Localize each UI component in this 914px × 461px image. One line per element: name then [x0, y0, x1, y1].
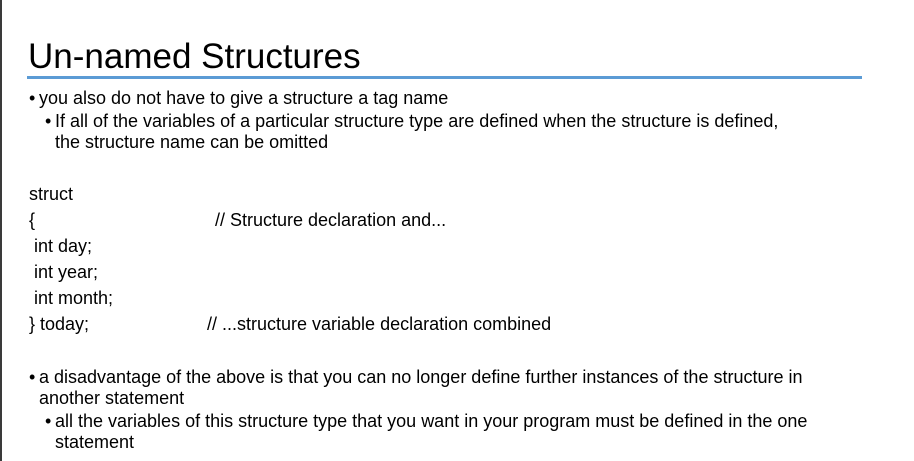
bullet-item-tag-name: • you also do not have to give a structur…: [29, 87, 448, 109]
bullet-text: you also do not have to give a structure…: [39, 88, 449, 108]
code-line-day: int day;: [34, 236, 93, 256]
sub-bullet-item-one-statement: • all the variables of this structure typ…: [45, 410, 807, 432]
sub-bullet-item-omit-name: • If all of the variables of a particular…: [45, 110, 778, 132]
code-comment-combined: // ...structure variable declaration com…: [207, 314, 552, 334]
bullet-text: a disadvantage of the above is that you …: [39, 367, 803, 387]
sub-bullet-continuation: the structure name can be omitted: [55, 132, 329, 152]
bullet-item-disadvantage: • a disadvantage of the above is that you…: [29, 366, 803, 388]
slide-title: Un-named Structures: [28, 37, 361, 76]
bullet-continuation: another statement: [39, 388, 185, 408]
bullet-text: all the variables of this structure type…: [55, 411, 808, 431]
code-line-struct: struct: [29, 184, 74, 204]
bullet-glyph: •: [45, 411, 52, 431]
code-line-close-today: } today;: [29, 314, 90, 334]
sub-bullet-continuation: statement: [55, 432, 135, 452]
bullet-text: If all of the variables of a particular …: [55, 111, 779, 131]
code-comment-declaration: // Structure declaration and...: [215, 210, 447, 230]
code-line-year: int year;: [34, 262, 99, 282]
code-line-month: int month;: [34, 288, 114, 308]
slide-left-border: [0, 0, 2, 461]
bullet-glyph: •: [29, 367, 36, 387]
bullet-glyph: •: [29, 88, 36, 108]
title-underline: [27, 76, 862, 79]
bullet-glyph: •: [45, 111, 52, 131]
code-line-open-brace: {: [29, 210, 36, 230]
